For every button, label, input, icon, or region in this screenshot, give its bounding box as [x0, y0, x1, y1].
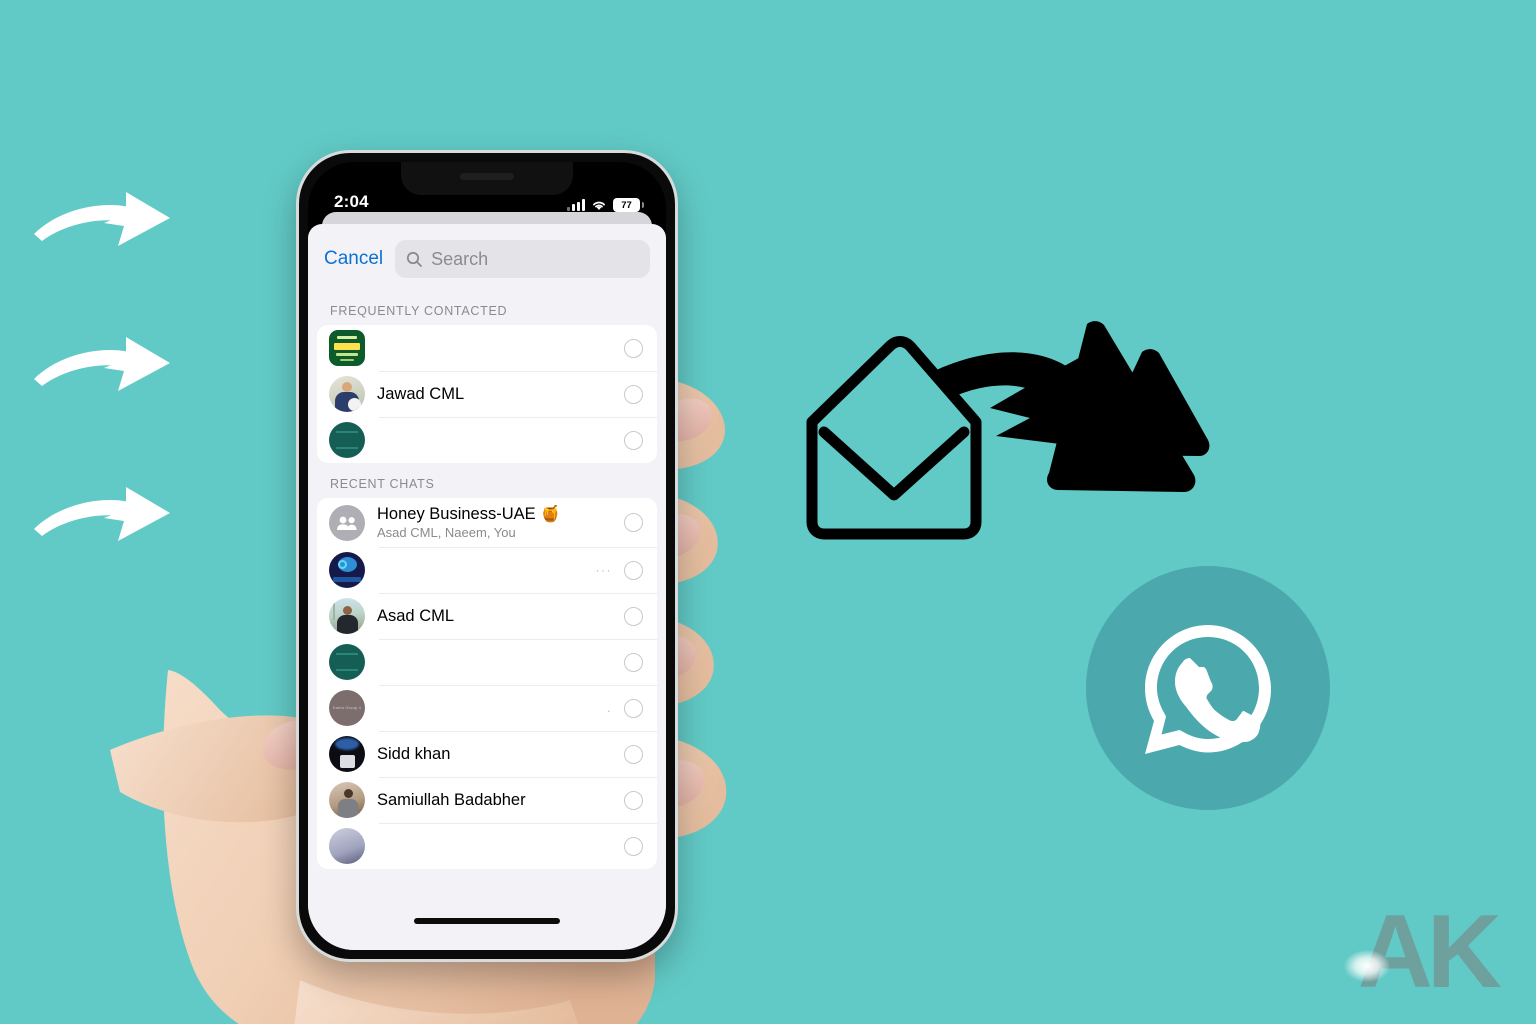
list-item-text: Sidd khan — [377, 738, 612, 771]
wifi-icon — [591, 199, 607, 211]
list-item-text — [377, 655, 612, 669]
status-time: 2:04 — [334, 192, 369, 211]
select-circle[interactable] — [624, 790, 643, 810]
list-item-title: Samiullah Badabher — [377, 790, 526, 809]
select-circle[interactable] — [624, 513, 643, 532]
list-item[interactable] — [317, 823, 657, 869]
avatar — [329, 736, 365, 772]
select-circle[interactable] — [624, 836, 643, 856]
select-circle[interactable] — [624, 560, 643, 580]
search-icon — [407, 251, 423, 267]
list-item[interactable]: Kaela Group 4 . — [317, 685, 657, 731]
avatar — [329, 598, 365, 634]
mail-share-graphic — [790, 310, 1220, 550]
list-item[interactable]: Asad CML — [317, 593, 657, 639]
avatar — [329, 422, 365, 458]
section-label-recent-chats: RECENT CHATS — [330, 477, 435, 491]
select-circle[interactable] — [624, 744, 643, 764]
curved-arrow-2 — [30, 335, 180, 405]
section-label-frequently-contacted: FREQUENTLY CONTACTED — [330, 304, 508, 318]
group-icon — [337, 516, 357, 530]
list-item-text: Honey Business-UAE 🍯 Asad CML, Naeem, Yo… — [377, 498, 612, 547]
list-item[interactable]: Jawad CML — [317, 371, 657, 417]
battery-indicator: 77 — [613, 198, 644, 212]
signal-bars-icon — [567, 199, 585, 211]
avatar: Kaela Group 4 — [329, 690, 365, 726]
frequently-contacted-list: Jawad CML — [317, 325, 657, 463]
list-item-title: Sidd khan — [377, 744, 451, 763]
list-item-title: Asad CML — [377, 606, 455, 625]
watermark-glow — [1344, 950, 1390, 982]
list-item[interactable]: Sidd khan — [317, 731, 657, 777]
home-indicator[interactable] — [414, 918, 560, 924]
select-circle[interactable] — [624, 652, 643, 672]
status-indicators: 77 — [567, 198, 644, 212]
whatsapp-icon — [1145, 625, 1271, 754]
list-item-text — [377, 433, 612, 447]
list-item[interactable] — [317, 417, 657, 463]
list-item-subtitle: Asad CML, Naeem, You — [377, 525, 516, 540]
select-circle[interactable] — [624, 338, 643, 358]
list-item[interactable]: Samiullah Badabher — [317, 777, 657, 823]
list-item-text — [377, 839, 612, 853]
whatsapp-badge — [1086, 566, 1330, 810]
avatar — [329, 552, 365, 588]
avatar — [329, 504, 365, 541]
select-circle[interactable] — [624, 430, 643, 450]
select-circle[interactable] — [624, 606, 643, 626]
avatar — [329, 330, 365, 366]
list-item[interactable]: Honey Business-UAE 🍯 Asad CML, Naeem, Yo… — [317, 498, 657, 547]
avatar — [329, 782, 365, 818]
phone-device: 2:04 77 Cancel Search FREQUENTLY CONTACT… — [296, 150, 678, 962]
select-circle[interactable] — [624, 384, 643, 404]
list-item[interactable] — [317, 639, 657, 685]
share-sheet: Cancel Search FREQUENTLY CONTACTED Jawad… — [308, 224, 666, 950]
list-item-text: Samiullah Badabher — [377, 784, 612, 817]
recent-chats-list: Honey Business-UAE 🍯 Asad CML, Naeem, Yo… — [317, 498, 657, 869]
phone-screen: 2:04 77 Cancel Search FREQUENTLY CONTACT… — [308, 162, 666, 950]
list-item-text — [377, 341, 612, 355]
avatar — [329, 644, 365, 680]
bottom-fade — [308, 872, 666, 950]
list-item-title: Jawad CML — [377, 384, 465, 403]
list-item-title: Honey Business-UAE 🍯 — [377, 505, 561, 523]
list-item-dots: ··· — [595, 563, 612, 577]
curved-arrow-3 — [30, 485, 180, 555]
list-item[interactable] — [317, 325, 657, 371]
list-item-text: . — [377, 695, 612, 721]
list-item[interactable]: ··· — [317, 547, 657, 593]
cancel-button[interactable]: Cancel — [324, 248, 383, 270]
search-placeholder: Search — [431, 248, 489, 269]
list-item-text: ··· — [377, 557, 612, 583]
search-header: Cancel Search — [308, 224, 666, 290]
search-input[interactable]: Search — [395, 240, 650, 278]
list-item-text: Asad CML — [377, 600, 612, 633]
curved-arrow-1 — [30, 190, 180, 260]
select-circle[interactable] — [624, 698, 643, 718]
list-item-text: Jawad CML — [377, 378, 612, 411]
avatar-label: Kaela Group 4 — [332, 704, 362, 710]
status-bar: 2:04 77 — [308, 162, 666, 218]
avatar — [329, 376, 365, 412]
avatar — [329, 828, 365, 864]
list-item-dots: . — [607, 701, 612, 715]
